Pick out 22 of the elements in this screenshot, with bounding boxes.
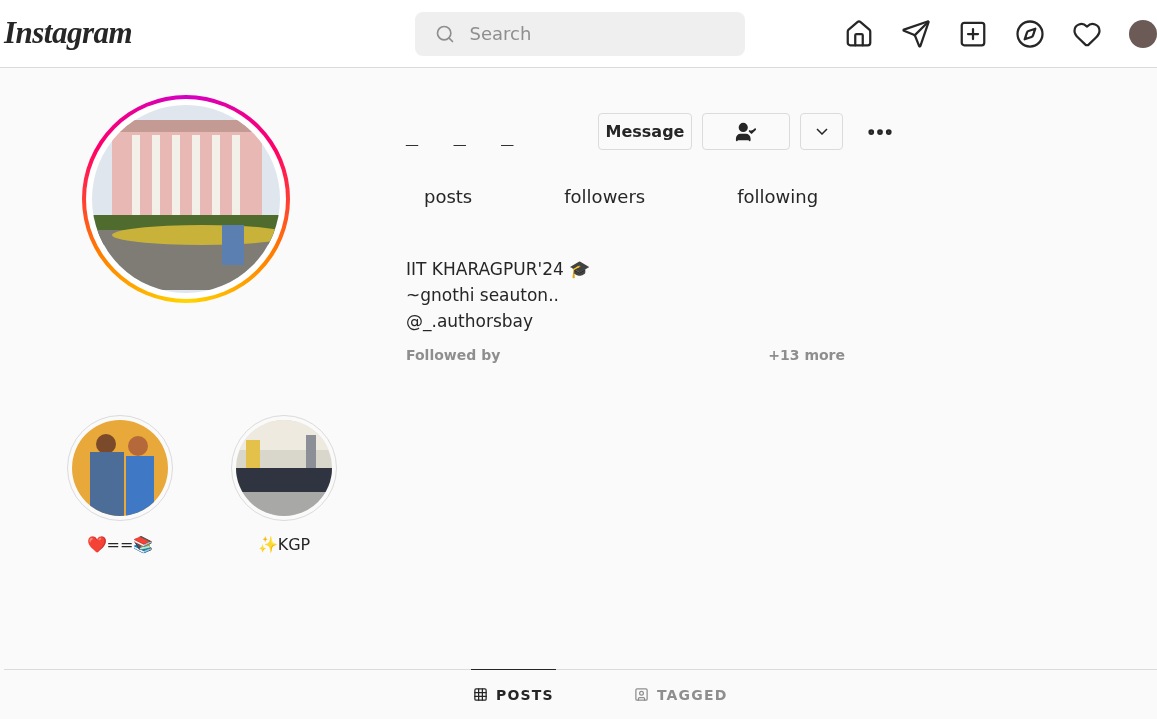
- paper-plane-icon[interactable]: [901, 18, 931, 49]
- bio-link[interactable]: @_.authorsbay: [406, 311, 895, 331]
- bio-line: ~gnothi seauton..: [406, 285, 560, 305]
- following-button[interactable]: [702, 113, 790, 150]
- stat-label[interactable]: followers: [514, 186, 646, 207]
- compass-icon[interactable]: [1015, 18, 1045, 49]
- username: _ _ _: [406, 117, 529, 146]
- home-icon[interactable]: [844, 18, 874, 49]
- grid-icon: [473, 687, 488, 702]
- avatar[interactable]: [1129, 19, 1157, 48]
- message-button[interactable]: Message: [598, 113, 692, 150]
- search-field[interactable]: Search: [415, 11, 745, 56]
- logo[interactable]: Instagram: [4, 14, 416, 51]
- person-square-icon: [633, 687, 649, 702]
- search-icon: [435, 23, 456, 44]
- user-check-icon: [735, 120, 757, 143]
- stat-label[interactable]: posts: [406, 186, 473, 207]
- profile-tab[interactable]: POSTS: [471, 669, 556, 719]
- bio-line: IIT KHARAGPUR'24 🎓: [406, 259, 592, 279]
- stat-label[interactable]: following: [687, 186, 819, 207]
- chevron-down-icon: [815, 128, 828, 135]
- followed-by-label: Followed by: [406, 347, 501, 363]
